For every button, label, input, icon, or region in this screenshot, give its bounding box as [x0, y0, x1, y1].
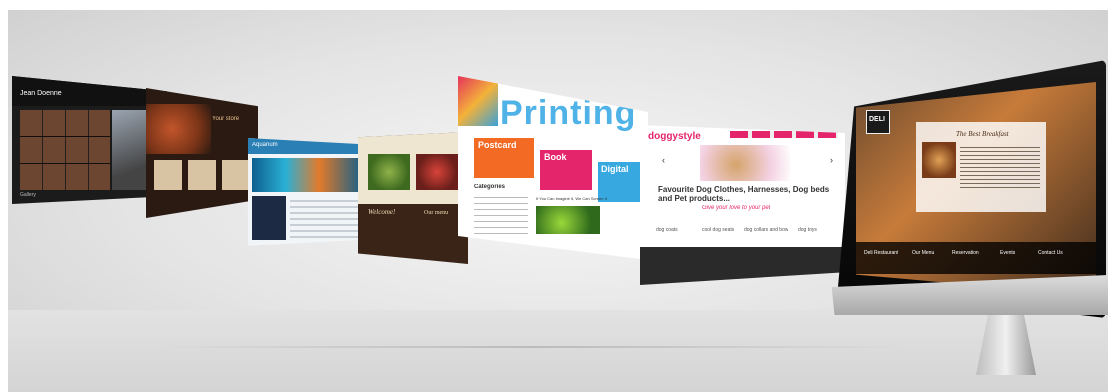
- pet-brand: doggystyle: [648, 131, 701, 142]
- food-photo: [146, 104, 211, 154]
- nav-item-contact[interactable]: Contact Us: [1038, 250, 1063, 256]
- dish-photo: [368, 154, 410, 190]
- nav-item-events[interactable]: Events: [1000, 250, 1015, 256]
- pet-item-3[interactable]: dog collars and bowls: [744, 227, 788, 233]
- site-logo: Jean Doenne: [20, 90, 62, 97]
- pet-footer: [640, 247, 845, 285]
- tile-postcard-label: Postcard: [478, 140, 517, 150]
- categories-title: Categories: [474, 184, 506, 190]
- brand-label: Aquarium: [252, 142, 278, 148]
- card-heading: The Best Breakfast: [956, 130, 1009, 138]
- slider-prev-icon[interactable]: ‹: [662, 155, 665, 165]
- nav-item-reservation[interactable]: Reservation: [952, 250, 979, 256]
- dark-sidebar: [252, 196, 286, 240]
- monitor: DELI The Best Breakfast Deli Restaurant …: [826, 60, 1108, 375]
- pet-tagline: Give your love to your pet: [702, 205, 771, 211]
- pet-item-4[interactable]: dog toys: [798, 227, 817, 233]
- pet-nav[interactable]: [730, 131, 838, 138]
- nav-item-menu[interactable]: Our Menu: [912, 250, 934, 256]
- floor: [8, 310, 1108, 392]
- nav-item-restaurant[interactable]: Deli Restaurant: [864, 250, 898, 256]
- nav-bar: [856, 242, 1096, 274]
- content-lines: [290, 198, 362, 238]
- website-panel-aquarium: Aquarium: [248, 138, 368, 246]
- website-panel-pet-store: doggystyle ‹ › Favourite Dog Clothes, Ha…: [640, 125, 845, 285]
- photo-grid: [20, 110, 110, 190]
- product-row: [154, 160, 250, 190]
- menu-heading: Our menu: [424, 210, 449, 216]
- welcome-heading: Welcome!: [368, 208, 396, 216]
- monitor-screen: DELI The Best Breakfast Deli Restaurant …: [856, 82, 1096, 296]
- store-title: Your store: [212, 116, 240, 122]
- pet-item-1[interactable]: dog coats: [656, 227, 678, 233]
- pet-item-2[interactable]: cool dog seats: [702, 227, 734, 233]
- website-panel-food-store: Your store: [146, 88, 258, 218]
- floor-reflection: [158, 346, 908, 348]
- card-photo: [922, 142, 956, 178]
- website-panel-restaurant: Welcome! Our menu: [358, 132, 468, 264]
- body-headline: If You Can Imagine It, We Can Screen It: [536, 196, 607, 201]
- dish-photo-2: [416, 154, 458, 190]
- gallery-caption: Gallery: [20, 192, 36, 198]
- website-panel-gallery: Jean Doenne Gallery: [12, 76, 167, 204]
- hero-photo: [458, 76, 498, 126]
- category-list: [474, 194, 528, 234]
- deli-logo: DELI: [869, 116, 885, 123]
- aquarium-banner: [252, 158, 364, 192]
- dog-photo: [700, 145, 790, 181]
- tile-book-label: Book: [544, 152, 567, 162]
- printing-headline: Printing: [500, 94, 637, 132]
- website-panel-printing: Printing Postcard Book Digital Categorie…: [458, 76, 648, 260]
- showcase-stage: Jean Doenne Gallery Your store Aquarium …: [8, 10, 1108, 392]
- frog-photo: [536, 206, 600, 234]
- tile-digital-label: Digital: [601, 164, 629, 174]
- pet-headline: Favourite Dog Clothes, Harnesses, Dog be…: [658, 185, 830, 203]
- card-text: [960, 144, 1040, 188]
